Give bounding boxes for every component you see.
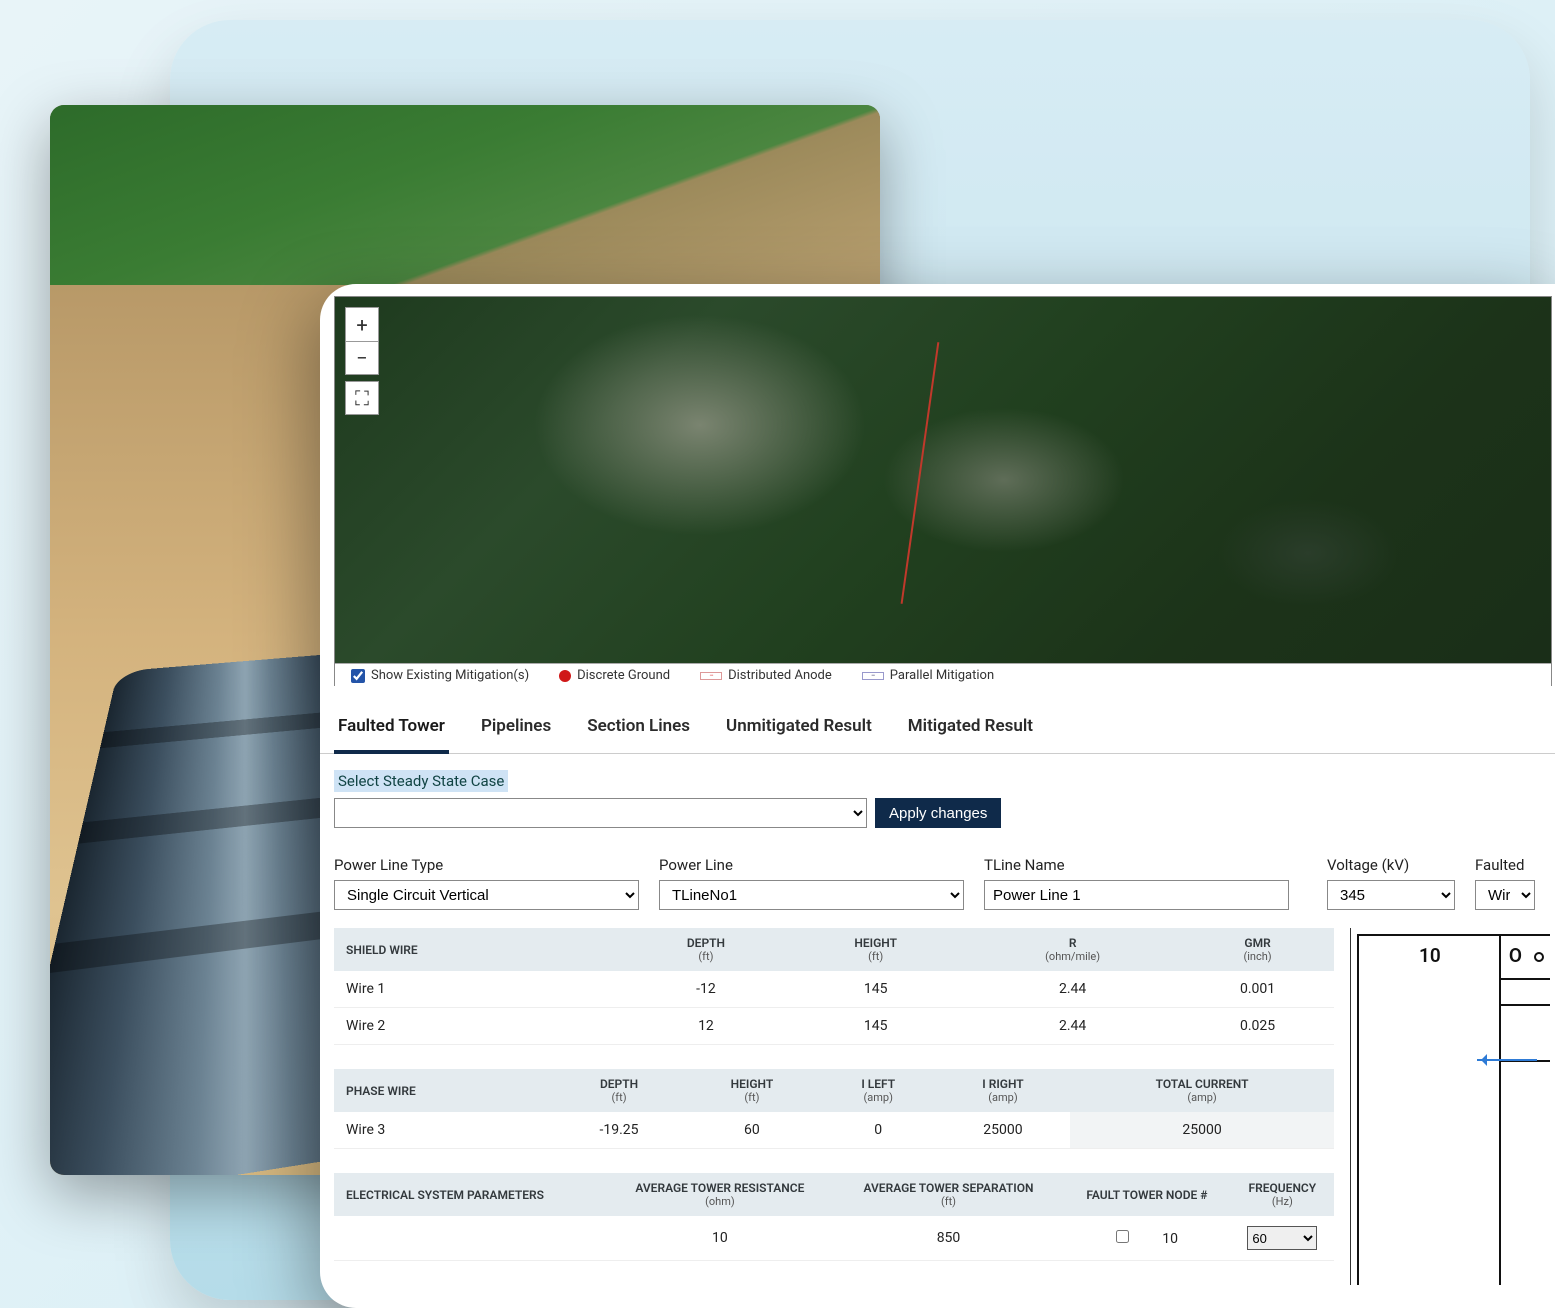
minus-icon: − [356, 346, 367, 370]
voltage-select[interactable]: 345 [1327, 880, 1455, 910]
col-depth: DEPTH(ft) [625, 928, 788, 971]
faulted-label: Faulted [1475, 856, 1535, 874]
col-fault-tower-node: FAULT TOWER NODE # [1063, 1173, 1231, 1216]
col-height: HEIGHT(ft) [683, 1069, 820, 1112]
col-avg-tower-separation: AVERAGE TOWER SEPARATION(ft) [834, 1173, 1063, 1216]
electrical-params-table: ELECTRICAL SYSTEM PARAMETERS AVERAGE TOW… [334, 1173, 1334, 1261]
legend-anode-label: Distributed Anode [728, 668, 832, 683]
col-height: HEIGHT(ft) [787, 928, 964, 971]
tab-section-lines[interactable]: Section Lines [583, 716, 694, 753]
col-gmr: GMR(inch) [1181, 928, 1334, 971]
tab-faulted-tower[interactable]: Faulted Tower [334, 716, 449, 754]
diagram-node-icon: O [1509, 944, 1544, 967]
col-phase-wire: PHASE WIRE [334, 1069, 555, 1112]
steady-state-select[interactable] [334, 798, 867, 828]
col-total-current: TOTAL CURRENT(amp) [1070, 1069, 1334, 1112]
satellite-map[interactable]: + − ⛶ [335, 297, 1551, 663]
map-legend-bar: Show Existing Mitigation(s) Discrete Gro… [335, 663, 1551, 687]
col-r: R(ohm/mile) [964, 928, 1181, 971]
frequency-select[interactable]: 60 [1247, 1226, 1317, 1250]
table-row[interactable]: Wire 1 -12 145 2.44 0.001 [334, 971, 1334, 1008]
tab-pipelines[interactable]: Pipelines [477, 716, 555, 753]
zoom-out-button[interactable]: − [345, 341, 379, 375]
tower-diagram: 10 O [1350, 928, 1550, 1285]
parallel-icon: ···· [862, 672, 884, 680]
map-container: + − ⛶ Show Existing Mitigation(s) Discre… [334, 296, 1552, 686]
table-row[interactable]: Wire 3 -19.25 60 0 25000 25000 [334, 1112, 1334, 1149]
voltage-label: Voltage (kV) [1327, 856, 1455, 874]
tline-name-label: TLine Name [984, 856, 1289, 874]
faulted-select[interactable]: Wire3 [1475, 880, 1535, 910]
col-shield-wire: SHIELD WIRE [334, 928, 625, 971]
shield-wire-table: SHIELD WIRE DEPTH(ft) HEIGHT(ft) R(ohm/m… [334, 928, 1334, 1045]
zoom-in-button[interactable]: + [345, 307, 379, 341]
col-electrical-params: ELECTRICAL SYSTEM PARAMETERS [334, 1173, 606, 1216]
power-line-select[interactable]: TLineNo1 [659, 880, 964, 910]
power-line-label: Power Line [659, 856, 964, 874]
tab-bar: Faulted Tower Pipelines Section Lines Un… [320, 686, 1555, 754]
power-line-type-select[interactable]: Single Circuit Vertical [334, 880, 639, 910]
tab-mitigated-result[interactable]: Mitigated Result [904, 716, 1037, 753]
col-avg-tower-resistance: AVERAGE TOWER RESISTANCE(ohm) [606, 1173, 834, 1216]
arrow-left-icon [1477, 1059, 1537, 1061]
legend-parallel-mitigation: ···· Parallel Mitigation [852, 668, 1004, 683]
show-mitigation-checkbox[interactable] [351, 669, 365, 683]
fault-tower-node-checkbox[interactable] [1116, 1230, 1129, 1243]
anode-icon: ···· [700, 672, 722, 680]
circle-icon [559, 670, 571, 682]
tab-unmitigated-result[interactable]: Unmitigated Result [722, 716, 876, 753]
col-ileft: I LEFT(amp) [821, 1069, 936, 1112]
legend-discrete-ground: Discrete Ground [549, 668, 680, 683]
steady-state-label: Select Steady State Case [334, 770, 508, 792]
power-line-type-label: Power Line Type [334, 856, 639, 874]
show-mitigation-label: Show Existing Mitigation(s) [371, 668, 529, 683]
legend-distributed-anode: ···· Distributed Anode [690, 668, 842, 683]
col-iright: I RIGHT(amp) [936, 1069, 1070, 1112]
phase-wire-table: PHASE WIRE DEPTH(ft) HEIGHT(ft) I LEFT(a… [334, 1069, 1334, 1149]
legend-parallel-label: Parallel Mitigation [890, 668, 994, 683]
tline-name-input[interactable] [984, 880, 1289, 910]
apply-changes-button[interactable]: Apply changes [875, 798, 1001, 828]
fullscreen-button[interactable]: ⛶ [345, 381, 379, 415]
col-depth: DEPTH(ft) [555, 1069, 683, 1112]
plus-icon: + [356, 313, 367, 337]
table-row[interactable]: Wire 2 12 145 2.44 0.025 [334, 1008, 1334, 1045]
expand-icon: ⛶ [355, 386, 369, 410]
diagram-label-10: 10 [1419, 944, 1441, 967]
legend-discrete-label: Discrete Ground [577, 668, 670, 683]
col-frequency: FREQUENCY(Hz) [1231, 1173, 1334, 1216]
application-window: + − ⛶ Show Existing Mitigation(s) Discre… [320, 284, 1555, 1308]
table-row[interactable]: 10 850 10 60 [334, 1216, 1334, 1261]
